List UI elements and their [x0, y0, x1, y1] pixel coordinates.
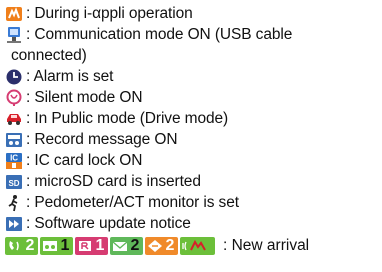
legend-row-microsd: SD : microSD card is inserted	[5, 171, 379, 192]
legend-row-alarm: : Alarm is set	[5, 66, 379, 87]
legend-row-record-message: : Record message ON	[5, 129, 379, 150]
legend-text: : During i-αppli operation	[26, 5, 193, 22]
legend-text: : Alarm is set	[26, 68, 114, 85]
software-update-icon	[5, 215, 23, 233]
legend-row-ic-card-lock: IC : IC card lock ON	[5, 150, 379, 171]
iconcier-icon	[181, 239, 211, 253]
legend-text: : Silent mode ON	[26, 89, 143, 106]
new-arrival-row: 2 1 1 2 2: New arrival	[5, 235, 379, 257]
new-arrival-count: 2	[25, 237, 35, 254]
alarm-icon	[5, 68, 23, 86]
pedometer-icon	[5, 194, 23, 212]
legend-row-iappli: : During i-αppli operation	[5, 3, 379, 24]
legend-text: : Record message ON	[26, 131, 178, 148]
new-arrival-segment-chat: 2	[145, 237, 178, 255]
icon-legend: : During i-αppli operation : Communicati…	[5, 3, 379, 257]
legend-text: : Pedometer/ACT monitor is set	[26, 194, 239, 211]
legend-row-public-mode: : In Public mode (Drive mode)	[5, 108, 379, 129]
chat-icon	[146, 239, 163, 253]
legend-text: : Communication mode ON (USB cable	[26, 26, 293, 43]
new-arrival-segment-iconcier	[180, 237, 215, 255]
new-arrival-segment-missed-call: 2	[5, 237, 38, 255]
svg-text:SD: SD	[9, 179, 20, 188]
public-mode-car-icon	[5, 110, 23, 128]
legend-text: : IC card lock ON	[26, 152, 143, 169]
new-arrival-segment-mail: 2	[110, 237, 143, 255]
iappli-icon	[5, 5, 23, 23]
legend-row-usb-continued: connected)	[5, 45, 379, 66]
voice-message-icon	[41, 239, 58, 253]
legend-text: : Software update notice	[26, 215, 191, 232]
ic-card-lock-icon: IC	[5, 152, 23, 170]
legend-row-software-update: : Software update notice	[5, 213, 379, 234]
legend-text: connected)	[11, 47, 87, 64]
usb-communication-icon	[5, 26, 23, 44]
new-arrival-count: 1	[95, 237, 105, 254]
record-message-icon	[5, 131, 23, 149]
svg-text:IC: IC	[10, 153, 18, 162]
new-arrival-segment-voice-message: 1	[40, 237, 73, 255]
legend-text: : microSD card is inserted	[26, 173, 201, 190]
message-r-icon	[76, 239, 93, 253]
microsd-icon: SD	[5, 173, 23, 191]
legend-text: : In Public mode (Drive mode)	[26, 110, 229, 127]
mail-icon	[111, 239, 128, 253]
legend-row-silent: : Silent mode ON	[5, 87, 379, 108]
legend-row-usb: : Communication mode ON (USB cable	[5, 24, 379, 45]
legend-row-pedometer: : Pedometer/ACT monitor is set	[5, 192, 379, 213]
new-arrival-label: : New arrival	[223, 237, 310, 254]
new-arrival-count: 1	[60, 237, 70, 254]
new-arrival-segment-message-r: 1	[75, 237, 108, 255]
silent-mode-icon	[5, 89, 23, 107]
new-arrival-count: 2	[130, 237, 140, 254]
missed-call-icon	[6, 239, 23, 253]
new-arrival-count: 2	[165, 237, 175, 254]
